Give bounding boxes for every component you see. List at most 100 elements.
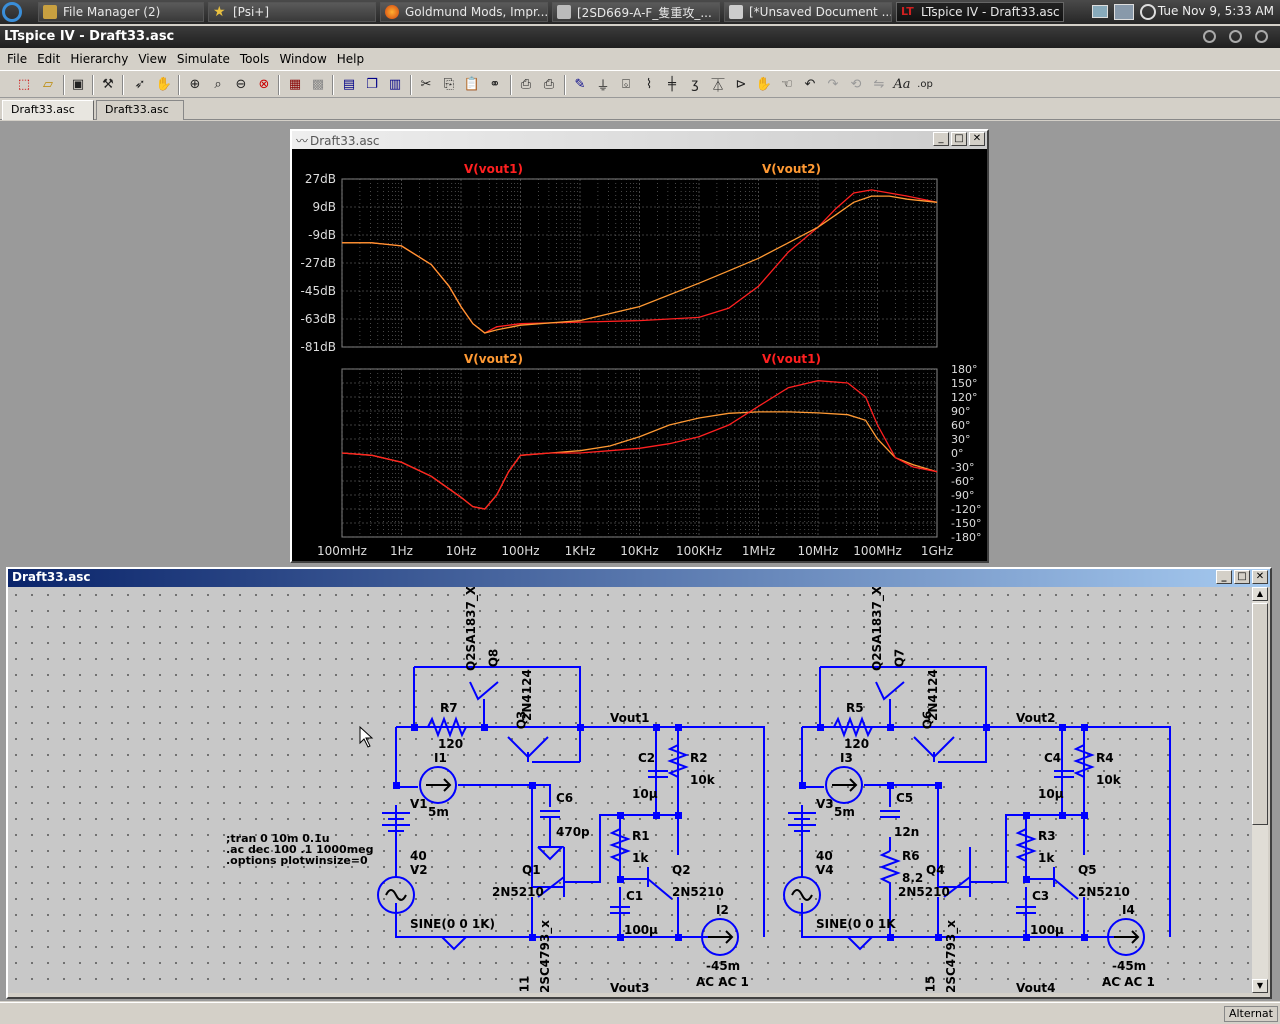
taskbar-item-psi[interactable]: ★ [Psi+]	[208, 2, 376, 22]
component-value[interactable]: 10k	[690, 773, 715, 787]
label-net-icon[interactable]: ⌺	[616, 74, 636, 94]
component-value[interactable]: 12n	[894, 825, 919, 839]
component-icon[interactable]: ⊳	[731, 74, 751, 94]
component-value[interactable]: 10k	[1096, 773, 1121, 787]
component-label[interactable]: Q8	[486, 649, 500, 668]
menu-view[interactable]: View	[133, 50, 171, 70]
redo-icon[interactable]: ↷	[823, 74, 843, 94]
drag-icon[interactable]: ☜	[777, 74, 797, 94]
component-value[interactable]: SINE(0 0 1K)	[410, 917, 495, 931]
component-label[interactable]: I4	[1122, 903, 1135, 917]
schematic-maximize-button[interactable]: □	[1234, 570, 1250, 584]
menu-hierarchy[interactable]: Hierarchy	[65, 50, 133, 70]
component-label[interactable]: C3	[1032, 889, 1049, 903]
menu-help[interactable]: Help	[332, 50, 369, 70]
schematic-close-button[interactable]: ✕	[1252, 570, 1268, 584]
clock[interactable]: Tue Nov 9, 5:33 AM	[1158, 4, 1274, 18]
component-label[interactable]: R2	[690, 751, 708, 765]
tray-network-icon[interactable]	[1114, 4, 1134, 20]
taskbar-item-document[interactable]: [2SD669-A-F_隻重攻_...	[552, 2, 720, 22]
inductor-icon[interactable]: ʒ	[685, 74, 705, 94]
component-label[interactable]: 15	[923, 976, 937, 993]
start-menu-icon[interactable]	[2, 2, 22, 22]
component-value[interactable]: 2N5210	[672, 885, 724, 899]
component-value[interactable]: 10µ	[632, 787, 658, 801]
component-value[interactable]: 120	[844, 737, 869, 751]
menu-tools[interactable]: Tools	[235, 50, 275, 70]
net-label[interactable]: Vout1	[610, 711, 650, 725]
component-value[interactable]: 10µ	[1038, 787, 1064, 801]
component-value[interactable]: 100µ	[624, 923, 658, 937]
component-value[interactable]: 2N4124	[520, 669, 534, 721]
component-value[interactable]: 40	[816, 849, 833, 863]
text-icon[interactable]: Aa	[892, 74, 912, 94]
component-label[interactable]: I1	[434, 751, 447, 765]
component-label[interactable]: V4	[816, 863, 834, 877]
rotate-icon[interactable]: ⟲	[846, 74, 866, 94]
run-icon[interactable]: ➶	[130, 74, 150, 94]
component-label[interactable]: R3	[1038, 829, 1056, 843]
find-icon[interactable]: ⚭	[485, 74, 505, 94]
menu-window[interactable]: Window	[274, 50, 331, 70]
component-label[interactable]: R5	[846, 701, 864, 715]
scroll-thumb[interactable]	[1252, 603, 1268, 825]
cascade-icon[interactable]: ❐	[362, 74, 382, 94]
schematic-minimize-button[interactable]: _	[1216, 570, 1232, 584]
plot-maximize-button[interactable]: □	[951, 132, 967, 146]
component-label[interactable]: C1	[626, 889, 643, 903]
component-label[interactable]: I2	[716, 903, 729, 917]
halt-icon[interactable]: ✋	[154, 74, 174, 94]
schematic-canvas[interactable]: Q2SA1837_X Q8 R7 120 Q3 2N4124 Vout1 I1 …	[8, 587, 1252, 993]
tab-draft33-schematic[interactable]: Draft33.asc	[96, 100, 184, 120]
plot-minimize-button[interactable]: _	[933, 132, 949, 146]
close-icon[interactable]	[1255, 30, 1268, 43]
component-label[interactable]: I3	[840, 751, 853, 765]
schematic-vscrollbar[interactable]: ▲ ▼	[1252, 587, 1268, 993]
component-label[interactable]: Q1	[522, 863, 541, 877]
component-label[interactable]: C6	[556, 791, 573, 805]
component-label[interactable]: V1	[410, 797, 428, 811]
net-label[interactable]: Vout2	[1016, 711, 1056, 725]
taskbar-item-editor[interactable]: [*Unsaved Document ...	[724, 2, 892, 22]
component-value[interactable]: 5m	[834, 805, 855, 819]
component-value[interactable]: 100µ	[1030, 923, 1064, 937]
menu-simulate[interactable]: Simulate	[172, 50, 235, 70]
component-label[interactable]: Q2SA1837_X	[464, 587, 478, 671]
maximize-icon[interactable]	[1229, 30, 1242, 43]
component-label[interactable]: C4	[1044, 751, 1061, 765]
component-label[interactable]: Q7	[892, 649, 906, 668]
component-value[interactable]: 120	[438, 737, 463, 751]
move-icon[interactable]: ✋	[754, 74, 774, 94]
net-label[interactable]: Vout3	[610, 981, 650, 993]
component-label[interactable]: V3	[816, 797, 834, 811]
capacitor-icon[interactable]: ╪	[662, 74, 682, 94]
bode-plot[interactable]: 27dB 9dB -9dB -27dB -45dB -63dB -81dB V(vout1) V…	[292, 149, 987, 561]
component-value[interactable]: 2N4124	[926, 669, 940, 721]
open-icon[interactable]: ▱	[38, 74, 58, 94]
schematic-window-titlebar[interactable]: Draft33.asc _ □ ✕	[8, 569, 1270, 587]
component-value[interactable]: 2N5210	[492, 885, 544, 899]
diode-icon[interactable]: ⏄	[708, 74, 728, 94]
taskbar-item-file-manager[interactable]: File Manager (2)	[38, 2, 204, 22]
print-icon[interactable]: ⎙	[539, 74, 559, 94]
menu-edit[interactable]: Edit	[32, 50, 65, 70]
scroll-down-button[interactable]: ▼	[1252, 979, 1268, 993]
control-panel-icon[interactable]: ⚒	[98, 74, 118, 94]
component-value[interactable]: SINE(0 0 1K	[816, 917, 896, 931]
taskbar-item-firefox[interactable]: Goldmund Mods, Impr...	[380, 2, 548, 22]
tile-horizontal-icon[interactable]: ▤	[339, 74, 359, 94]
undo-icon[interactable]: ↶	[800, 74, 820, 94]
autorange-icon[interactable]: ▦	[285, 74, 305, 94]
copy-icon[interactable]: ⎘	[439, 74, 459, 94]
component-label[interactable]: C5	[896, 791, 913, 805]
spice-directive-options[interactable]: .options plotwinsize=0	[226, 855, 368, 866]
component-label[interactable]: Q2	[672, 863, 691, 877]
component-label[interactable]: R4	[1096, 751, 1114, 765]
mirror-icon[interactable]: ⇋	[869, 74, 889, 94]
plot-close-button[interactable]: ✕	[969, 132, 985, 146]
component-label[interactable]: 11	[517, 976, 531, 993]
component-label[interactable]: Q4	[926, 863, 945, 877]
zoom-pan-icon[interactable]: ⌕	[208, 74, 228, 94]
component-value[interactable]: AC AC 1	[1102, 975, 1155, 989]
zoom-in-icon[interactable]: ⊕	[185, 74, 205, 94]
